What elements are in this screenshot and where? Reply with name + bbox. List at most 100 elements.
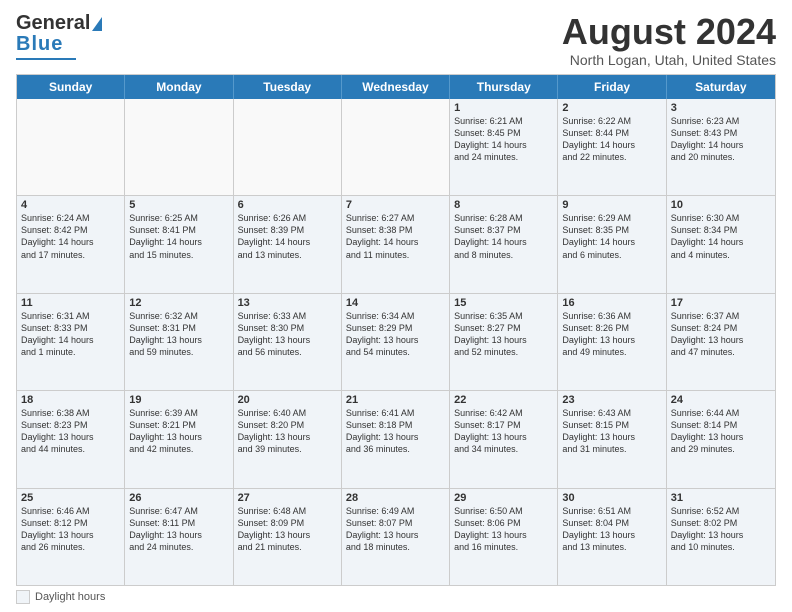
calendar-cell: 12Sunrise: 6:32 AMSunset: 8:31 PMDayligh… [125,294,233,390]
calendar-cell: 25Sunrise: 6:46 AMSunset: 8:12 PMDayligh… [17,489,125,585]
calendar-cell: 3Sunrise: 6:23 AMSunset: 8:43 PMDaylight… [667,99,775,195]
calendar-cell: 18Sunrise: 6:38 AMSunset: 8:23 PMDayligh… [17,391,125,487]
day-info: Sunrise: 6:49 AMSunset: 8:07 PMDaylight:… [346,505,445,554]
day-number: 12 [129,297,228,309]
day-number: 6 [238,199,337,211]
calendar-cell: 21Sunrise: 6:41 AMSunset: 8:18 PMDayligh… [342,391,450,487]
day-number: 15 [454,297,553,309]
main-title: August 2024 [562,12,776,52]
day-number: 4 [21,199,120,211]
day-number: 8 [454,199,553,211]
subtitle: North Logan, Utah, United States [562,52,776,68]
day-info: Sunrise: 6:24 AMSunset: 8:42 PMDaylight:… [21,212,120,261]
calendar-body: 1Sunrise: 6:21 AMSunset: 8:45 PMDaylight… [17,99,775,585]
calendar-cell: 23Sunrise: 6:43 AMSunset: 8:15 PMDayligh… [558,391,666,487]
calendar-cell: 31Sunrise: 6:52 AMSunset: 8:02 PMDayligh… [667,489,775,585]
footer: Daylight hours [16,586,776,604]
calendar-cell: 1Sunrise: 6:21 AMSunset: 8:45 PMDaylight… [450,99,558,195]
calendar-header: SundayMondayTuesdayWednesdayThursdayFrid… [17,75,775,99]
logo-underline [16,58,76,60]
weekday-header-sunday: Sunday [17,75,125,99]
header: General Blue August 2024 North Logan, Ut… [16,12,776,68]
day-info: Sunrise: 6:38 AMSunset: 8:23 PMDaylight:… [21,407,120,456]
day-number: 11 [21,297,120,309]
day-number: 31 [671,492,771,504]
day-number: 7 [346,199,445,211]
day-number: 23 [562,394,661,406]
day-number: 22 [454,394,553,406]
day-info: Sunrise: 6:40 AMSunset: 8:20 PMDaylight:… [238,407,337,456]
day-number: 14 [346,297,445,309]
day-number: 13 [238,297,337,309]
day-info: Sunrise: 6:33 AMSunset: 8:30 PMDaylight:… [238,310,337,359]
day-number: 30 [562,492,661,504]
calendar-cell: 9Sunrise: 6:29 AMSunset: 8:35 PMDaylight… [558,196,666,292]
day-info: Sunrise: 6:35 AMSunset: 8:27 PMDaylight:… [454,310,553,359]
calendar-cell: 4Sunrise: 6:24 AMSunset: 8:42 PMDaylight… [17,196,125,292]
page: General Blue August 2024 North Logan, Ut… [0,0,792,612]
day-info: Sunrise: 6:32 AMSunset: 8:31 PMDaylight:… [129,310,228,359]
calendar-cell: 15Sunrise: 6:35 AMSunset: 8:27 PMDayligh… [450,294,558,390]
calendar-cell: 20Sunrise: 6:40 AMSunset: 8:20 PMDayligh… [234,391,342,487]
day-info: Sunrise: 6:44 AMSunset: 8:14 PMDaylight:… [671,407,771,456]
calendar-cell [234,99,342,195]
day-info: Sunrise: 6:34 AMSunset: 8:29 PMDaylight:… [346,310,445,359]
day-info: Sunrise: 6:47 AMSunset: 8:11 PMDaylight:… [129,505,228,554]
daylight-label: Daylight hours [35,591,105,603]
day-info: Sunrise: 6:43 AMSunset: 8:15 PMDaylight:… [562,407,661,456]
calendar-cell [342,99,450,195]
weekday-header-wednesday: Wednesday [342,75,450,99]
logo-triangle-icon [92,17,102,31]
day-number: 16 [562,297,661,309]
day-number: 20 [238,394,337,406]
calendar-cell: 24Sunrise: 6:44 AMSunset: 8:14 PMDayligh… [667,391,775,487]
day-info: Sunrise: 6:26 AMSunset: 8:39 PMDaylight:… [238,212,337,261]
calendar-cell: 7Sunrise: 6:27 AMSunset: 8:38 PMDaylight… [342,196,450,292]
calendar-cell: 6Sunrise: 6:26 AMSunset: 8:39 PMDaylight… [234,196,342,292]
day-number: 27 [238,492,337,504]
calendar-cell: 27Sunrise: 6:48 AMSunset: 8:09 PMDayligh… [234,489,342,585]
day-info: Sunrise: 6:37 AMSunset: 8:24 PMDaylight:… [671,310,771,359]
day-number: 28 [346,492,445,504]
calendar-cell: 28Sunrise: 6:49 AMSunset: 8:07 PMDayligh… [342,489,450,585]
calendar-cell: 11Sunrise: 6:31 AMSunset: 8:33 PMDayligh… [17,294,125,390]
day-info: Sunrise: 6:29 AMSunset: 8:35 PMDaylight:… [562,212,661,261]
day-number: 17 [671,297,771,309]
logo: General Blue [16,12,102,60]
calendar-row-1: 1Sunrise: 6:21 AMSunset: 8:45 PMDaylight… [17,99,775,196]
day-number: 21 [346,394,445,406]
day-info: Sunrise: 6:30 AMSunset: 8:34 PMDaylight:… [671,212,771,261]
title-section: August 2024 North Logan, Utah, United St… [562,12,776,68]
day-info: Sunrise: 6:28 AMSunset: 8:37 PMDaylight:… [454,212,553,261]
calendar-cell: 8Sunrise: 6:28 AMSunset: 8:37 PMDaylight… [450,196,558,292]
logo-blue: Blue [16,33,63,56]
weekday-header-saturday: Saturday [667,75,775,99]
day-info: Sunrise: 6:22 AMSunset: 8:44 PMDaylight:… [562,115,661,164]
day-info: Sunrise: 6:46 AMSunset: 8:12 PMDaylight:… [21,505,120,554]
day-number: 18 [21,394,120,406]
day-info: Sunrise: 6:27 AMSunset: 8:38 PMDaylight:… [346,212,445,261]
calendar-cell: 29Sunrise: 6:50 AMSunset: 8:06 PMDayligh… [450,489,558,585]
day-info: Sunrise: 6:39 AMSunset: 8:21 PMDaylight:… [129,407,228,456]
day-info: Sunrise: 6:48 AMSunset: 8:09 PMDaylight:… [238,505,337,554]
day-number: 29 [454,492,553,504]
day-info: Sunrise: 6:25 AMSunset: 8:41 PMDaylight:… [129,212,228,261]
day-number: 10 [671,199,771,211]
calendar-cell: 30Sunrise: 6:51 AMSunset: 8:04 PMDayligh… [558,489,666,585]
calendar-cell: 22Sunrise: 6:42 AMSunset: 8:17 PMDayligh… [450,391,558,487]
day-number: 3 [671,102,771,114]
day-number: 5 [129,199,228,211]
calendar-cell: 5Sunrise: 6:25 AMSunset: 8:41 PMDaylight… [125,196,233,292]
day-info: Sunrise: 6:36 AMSunset: 8:26 PMDaylight:… [562,310,661,359]
weekday-header-monday: Monday [125,75,233,99]
day-info: Sunrise: 6:52 AMSunset: 8:02 PMDaylight:… [671,505,771,554]
calendar-cell: 26Sunrise: 6:47 AMSunset: 8:11 PMDayligh… [125,489,233,585]
weekday-header-friday: Friday [558,75,666,99]
calendar-cell: 14Sunrise: 6:34 AMSunset: 8:29 PMDayligh… [342,294,450,390]
calendar-cell: 17Sunrise: 6:37 AMSunset: 8:24 PMDayligh… [667,294,775,390]
day-number: 26 [129,492,228,504]
calendar-row-3: 11Sunrise: 6:31 AMSunset: 8:33 PMDayligh… [17,294,775,391]
calendar-cell: 10Sunrise: 6:30 AMSunset: 8:34 PMDayligh… [667,196,775,292]
day-number: 2 [562,102,661,114]
day-info: Sunrise: 6:31 AMSunset: 8:33 PMDaylight:… [21,310,120,359]
